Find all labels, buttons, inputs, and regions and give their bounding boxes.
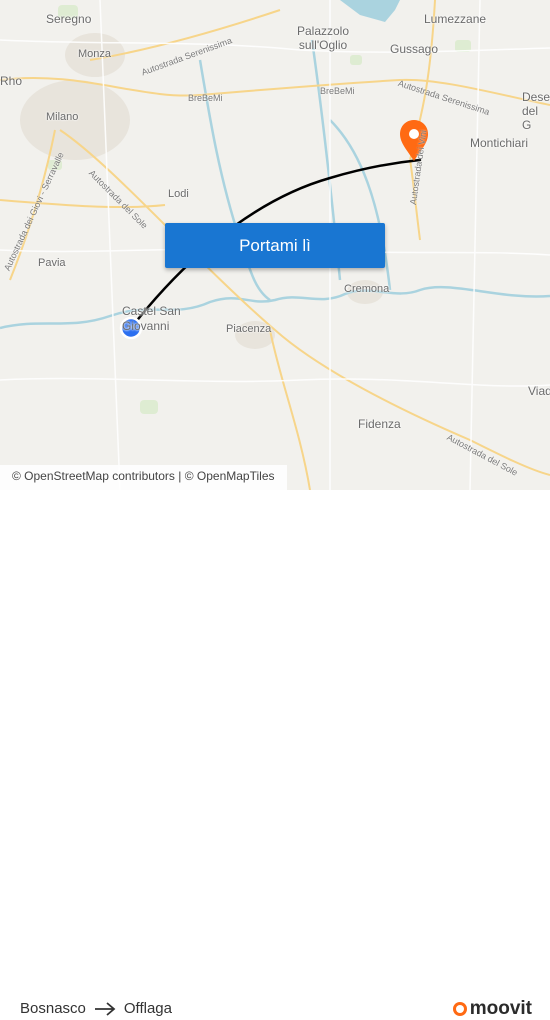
road-label-brebemi-east: BreBeMi	[320, 86, 355, 96]
arrow-right-icon	[94, 1001, 116, 1016]
place-label-rho: Rho	[0, 74, 23, 88]
omt-attribution-link[interactable]: © OpenMapTiles	[185, 469, 275, 483]
place-label-viadana: Viad	[528, 384, 550, 398]
place-label-palazzolo: Palazzolo sull'Oglio	[296, 24, 350, 52]
attribution-separator: |	[178, 469, 182, 483]
place-label-gussago: Gussago	[390, 42, 439, 56]
moovit-wordmark: moovit	[469, 998, 532, 1019]
place-label-seregno: Seregno	[46, 12, 92, 26]
moovit-logo: moovit	[452, 998, 532, 1020]
destination-name: Offlaga	[123, 1000, 172, 1017]
road-label-brebemi-west: BreBeMi	[188, 93, 223, 103]
place-label-montichiari: Montichiari	[470, 136, 529, 150]
place-label-pavia: Pavia	[38, 257, 66, 269]
place-label-lodi: Lodi	[168, 188, 189, 200]
route-summary: Bosnasco Offlaga	[20, 1000, 172, 1017]
map-attribution: © OpenStreetMap contributors | © OpenMap…	[0, 465, 287, 490]
origin-name: Bosnasco	[20, 1000, 86, 1017]
place-label-cremona: Cremona	[344, 283, 390, 295]
place-label-lumezzane: Lumezzane	[424, 12, 487, 26]
place-label-piacenza: Piacenza	[226, 323, 272, 335]
place-label-castel-san-giovanni: Castel San Giovanni	[122, 304, 181, 333]
place-label-monza: Monza	[78, 48, 112, 60]
take-me-there-button[interactable]: Portami lì	[165, 223, 385, 268]
place-label-milano: Milano	[46, 111, 79, 123]
osm-attribution-link[interactable]: © OpenStreetMap contributors	[12, 469, 175, 483]
footer-bar: Bosnasco Offlaga moovit	[0, 490, 550, 1019]
moovit-logo-icon	[452, 1002, 467, 1016]
place-label-desenzano: Dese del G	[522, 90, 550, 132]
place-label-fidenza: Fidenza	[358, 417, 401, 431]
map-view[interactable]: Seregno Monza Rho Milano Lodi Pavia Cast…	[0, 0, 550, 490]
